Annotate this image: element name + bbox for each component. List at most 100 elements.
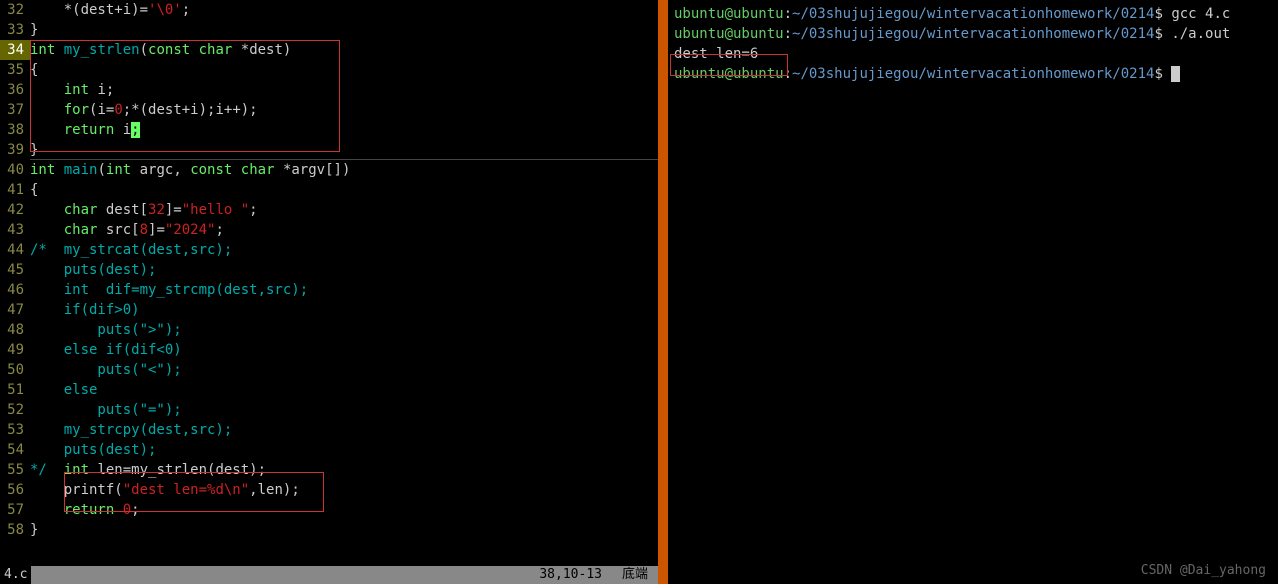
editor-status-bar: 4.c 38,10-13 底端	[0, 566, 658, 584]
code-content[interactable]: puts(dest);	[30, 440, 658, 460]
code-content[interactable]: for(i=0;*(dest+i);i++);	[30, 100, 658, 120]
code-line[interactable]: 45 puts(dest);	[0, 260, 658, 280]
code-content[interactable]: puts("<");	[30, 360, 658, 380]
line-number: 43	[0, 220, 30, 240]
code-line[interactable]: 32 *(dest+i)='\0';	[0, 0, 658, 20]
status-filename: 4.c	[0, 566, 31, 584]
line-number: 44	[0, 240, 30, 260]
code-line[interactable]: 56 printf("dest len=%d\n",len);	[0, 480, 658, 500]
code-content[interactable]: }	[30, 520, 658, 540]
code-line[interactable]: 43 char src[8]="2024";	[0, 220, 658, 240]
code-content[interactable]: }	[30, 20, 658, 40]
code-editor-pane[interactable]: 32 *(dest+i)='\0';33}34int my_strlen(con…	[0, 0, 658, 584]
prompt-path: ~/03shujujiegou/wintervacationhomework/0…	[792, 26, 1154, 42]
code-line[interactable]: 37 for(i=0;*(dest+i);i++);	[0, 100, 658, 120]
line-number: 57	[0, 500, 30, 520]
code-line[interactable]: 51 else	[0, 380, 658, 400]
code-content[interactable]: int dif=my_strcmp(dest,src);	[30, 280, 658, 300]
line-number: 34	[0, 40, 30, 60]
terminal-pane[interactable]: ubuntu@ubuntu:~/03shujujiegou/wintervaca…	[668, 0, 1278, 584]
code-line[interactable]: 42 char dest[32]="hello ";	[0, 200, 658, 220]
code-line[interactable]: 58}	[0, 520, 658, 540]
line-number: 56	[0, 480, 30, 500]
line-number: 55	[0, 460, 30, 480]
code-line[interactable]: 54 puts(dest);	[0, 440, 658, 460]
code-content[interactable]: else	[30, 380, 658, 400]
code-content[interactable]: puts("=");	[30, 400, 658, 420]
code-line[interactable]: 41{	[0, 180, 658, 200]
line-number: 51	[0, 380, 30, 400]
terminal-command: ./a.out	[1171, 26, 1230, 42]
line-number: 58	[0, 520, 30, 540]
code-line[interactable]: 50 puts("<");	[0, 360, 658, 380]
line-number: 33	[0, 20, 30, 40]
code-line[interactable]: 46 int dif=my_strcmp(dest,src);	[0, 280, 658, 300]
code-content[interactable]: if(dif>0)	[30, 300, 658, 320]
pane-divider[interactable]	[658, 0, 668, 584]
code-content[interactable]: int my_strlen(const char *dest)	[30, 40, 658, 60]
code-content[interactable]: char src[8]="2024";	[30, 220, 658, 240]
line-number: 32	[0, 0, 30, 20]
code-line[interactable]: 34int my_strlen(const char *dest)	[0, 40, 658, 60]
watermark-text: CSDN @Dai_yahong	[1141, 563, 1266, 578]
code-line[interactable]: 33}	[0, 20, 658, 40]
code-line[interactable]: 38 return i;	[0, 120, 658, 140]
code-line[interactable]: 55*/ int len=my_strlen(dest);	[0, 460, 658, 480]
line-number: 52	[0, 400, 30, 420]
code-line[interactable]: 48 puts(">");	[0, 320, 658, 340]
line-number: 45	[0, 260, 30, 280]
code-content[interactable]: return 0;	[30, 500, 658, 520]
code-line[interactable]: 47 if(dif>0)	[0, 300, 658, 320]
code-content[interactable]: {	[30, 60, 658, 80]
code-content[interactable]: *(dest+i)='\0';	[30, 0, 658, 20]
code-content[interactable]: else if(dif<0)	[30, 340, 658, 360]
line-number: 49	[0, 340, 30, 360]
terminal-output: dest len=6	[674, 44, 1272, 64]
terminal-line: ubuntu@ubuntu:~/03shujujiegou/wintervaca…	[674, 64, 1272, 84]
code-line[interactable]: 52 puts("=");	[0, 400, 658, 420]
terminal-cursor	[1171, 66, 1180, 82]
prompt-path: ~/03shujujiegou/wintervacationhomework/0…	[792, 6, 1154, 22]
status-position: 38,10-13	[529, 566, 612, 584]
code-line[interactable]: 57 return 0;	[0, 500, 658, 520]
code-content[interactable]: /* my_strcat(dest,src);	[30, 240, 658, 260]
prompt-user: ubuntu@ubuntu	[674, 26, 784, 42]
terminal-line: ubuntu@ubuntu:~/03shujujiegou/wintervaca…	[674, 4, 1272, 24]
code-content[interactable]: }	[30, 140, 658, 160]
prompt-path: ~/03shujujiegou/wintervacationhomework/0…	[792, 66, 1154, 82]
line-number: 38	[0, 120, 30, 140]
line-number: 35	[0, 60, 30, 80]
code-line[interactable]: 40int main(int argc, const char *argv[])	[0, 160, 658, 180]
line-number: 36	[0, 80, 30, 100]
terminal-line: ubuntu@ubuntu:~/03shujujiegou/wintervaca…	[674, 24, 1272, 44]
code-content[interactable]: return i;	[30, 120, 658, 140]
line-number: 47	[0, 300, 30, 320]
line-number: 37	[0, 100, 30, 120]
code-content[interactable]: my_strcpy(dest,src);	[30, 420, 658, 440]
code-line[interactable]: 49 else if(dif<0)	[0, 340, 658, 360]
code-line[interactable]: 53 my_strcpy(dest,src);	[0, 420, 658, 440]
line-number: 42	[0, 200, 30, 220]
prompt-user: ubuntu@ubuntu	[674, 6, 784, 22]
code-content[interactable]: */ int len=my_strlen(dest);	[30, 460, 658, 480]
line-number: 50	[0, 360, 30, 380]
prompt-user: ubuntu@ubuntu	[674, 66, 784, 82]
code-content[interactable]: printf("dest len=%d\n",len);	[30, 480, 658, 500]
code-content[interactable]: int main(int argc, const char *argv[])	[30, 160, 658, 180]
line-number: 46	[0, 280, 30, 300]
code-content[interactable]: puts(dest);	[30, 260, 658, 280]
code-content[interactable]: {	[30, 180, 658, 200]
line-number: 53	[0, 420, 30, 440]
line-number: 54	[0, 440, 30, 460]
code-content[interactable]: puts(">");	[30, 320, 658, 340]
code-line[interactable]: 35{	[0, 60, 658, 80]
code-line[interactable]: 39}	[0, 140, 658, 160]
code-content[interactable]: char dest[32]="hello ";	[30, 200, 658, 220]
terminal-command: gcc 4.c	[1171, 6, 1230, 22]
line-number: 48	[0, 320, 30, 340]
code-line[interactable]: 44/* my_strcat(dest,src);	[0, 240, 658, 260]
code-content[interactable]: int i;	[30, 80, 658, 100]
code-line[interactable]: 36 int i;	[0, 80, 658, 100]
line-number: 41	[0, 180, 30, 200]
line-number: 40	[0, 160, 30, 180]
